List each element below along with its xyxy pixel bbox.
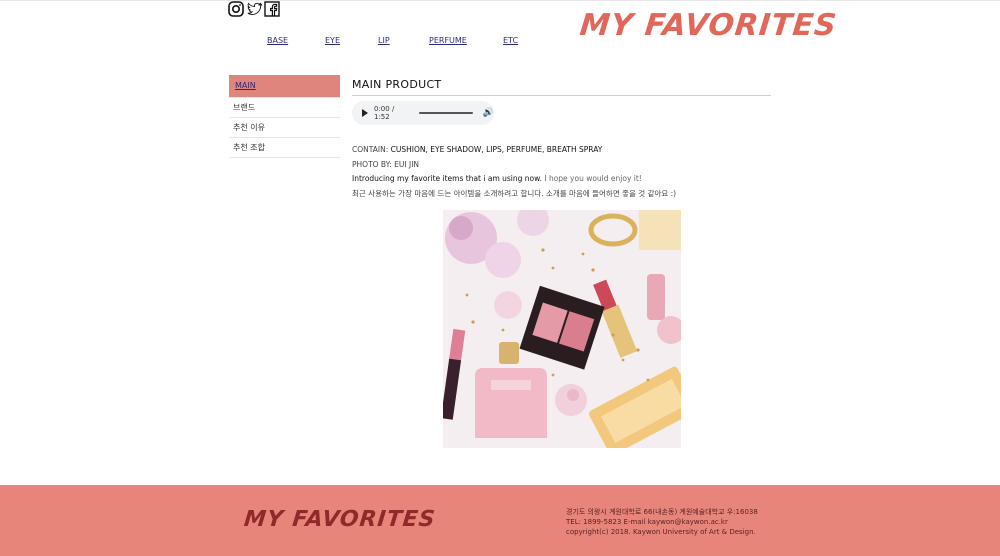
sidebar-item-reason[interactable]: 추천 이유 [229,118,340,138]
sidebar-item-combo[interactable]: 추천 조합 [229,138,340,158]
social-links [228,1,280,17]
intro-strong: Introducing my favorite items that i am … [352,174,542,183]
sidebar-item-brand[interactable]: 브랜드 [229,98,340,118]
korean-intro: 최근 사용하는 가장 마음에 드는 아이템을 소개하려고 합니다. 소개를 마음… [352,188,677,198]
twitter-icon[interactable] [246,1,262,17]
facebook-icon[interactable] [264,1,280,17]
footer-logo[interactable]: MY FAVORITES [243,507,437,532]
intro-line: Introducing my favorite items that i am … [352,172,771,187]
nav-base[interactable]: BASE [267,36,325,45]
main-nav: BASE EYE LIP PERFUME ETC [267,36,518,45]
nav-etc[interactable]: ETC [503,36,518,45]
main-content: MAIN PRODUCT 0:00 / 1:52 🔊 CONTAIN: CUSH… [352,78,771,201]
footer-copyright: copyright(c) 2018. Kaywon University of … [566,528,756,536]
nav-perfume[interactable]: PERFUME [429,36,503,45]
site-logo[interactable]: MY FAVORITES [578,8,839,43]
footer-contact: TEL: 1899-5823 E-mail kaywon@kaywon.ac.k… [566,518,728,526]
footer-address: 경기도 의왕시 계원대학로 66(내손동) 계원예술대학교 우:16038 [566,508,758,516]
contain-value: CUSHION, EYE SHADOW, LIPS, PERFUME, BREA… [390,145,603,154]
instagram-icon[interactable] [228,1,244,17]
nav-lip[interactable]: LIP [378,36,429,45]
footer-info: 경기도 의왕시 계원대학로 66(내손동) 계원예술대학교 우:16038 TE… [566,507,758,537]
top-border [0,0,1000,1]
cosmetics-illustration [443,210,681,448]
intro-soft: I hope you would enjoy it! [544,174,642,183]
contain-line: CONTAIN: CUSHION, EYE SHADOW, LIPS, PERF… [352,143,771,158]
footer: MY FAVORITES 경기도 의왕시 계원대학로 66(내손동) 계원예술대… [0,485,1000,556]
audio-player[interactable]: 0:00 / 1:52 🔊 [352,101,494,125]
play-icon[interactable] [362,109,368,117]
nav-eye[interactable]: EYE [325,36,378,45]
audio-progress-track[interactable] [419,112,473,114]
contain-label: CONTAIN: [352,145,389,154]
photo-credit: PHOTO BY: EUI JIN [352,159,420,169]
sidebar: MAIN 브랜드 추천 이유 추천 조합 [229,75,340,158]
page-title: MAIN PRODUCT [352,78,771,96]
audio-time: 0:00 / 1:52 [374,105,395,121]
volume-icon[interactable]: 🔊 [483,108,494,118]
sidebar-item-main[interactable]: MAIN [229,75,340,98]
product-photo [443,210,681,448]
product-info: CONTAIN: CUSHION, EYE SHADOW, LIPS, PERF… [352,143,771,201]
